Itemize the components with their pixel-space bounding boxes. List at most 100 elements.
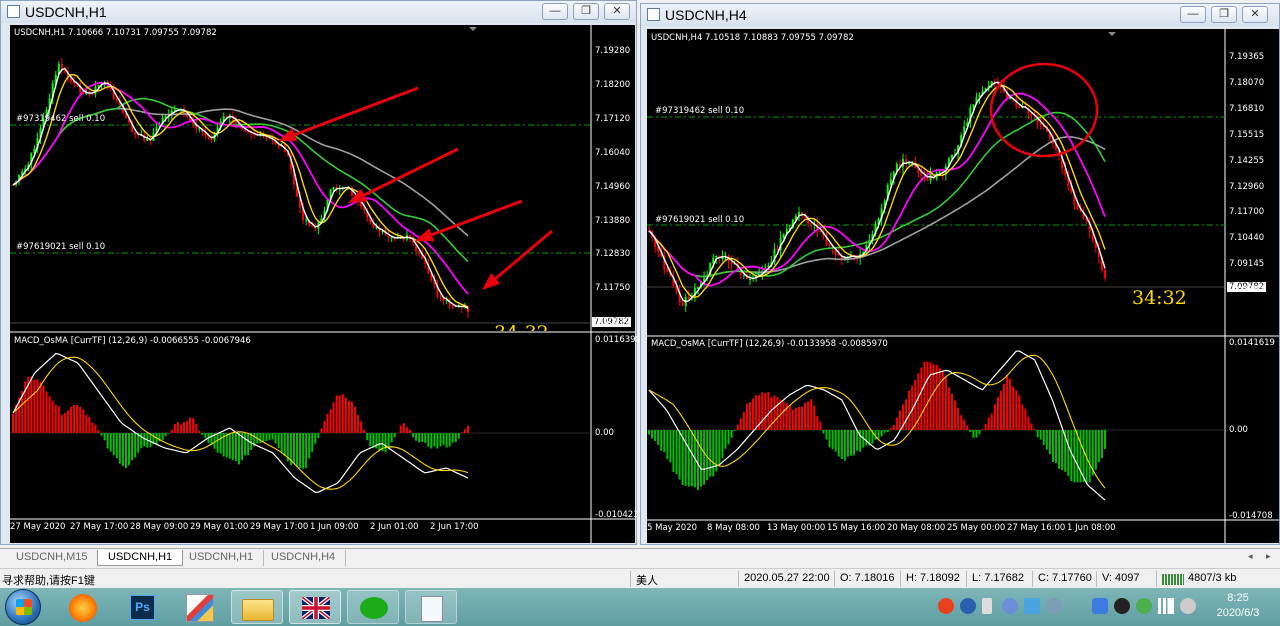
macd-bar	[198, 430, 201, 433]
minimize-button[interactable]: —	[542, 3, 568, 20]
macd-bar	[366, 433, 369, 441]
macd-bar	[748, 402, 751, 430]
taskbar-photoshop-button[interactable]: Ps	[116, 590, 168, 624]
macd-bar	[981, 429, 984, 430]
status-close: C: 7.17760	[1038, 572, 1092, 584]
macd-bar	[1042, 430, 1045, 445]
macd-bar	[433, 433, 436, 447]
help-icon[interactable]	[960, 598, 976, 614]
candle	[451, 304, 454, 309]
taskbar-notepad-button[interactable]	[405, 590, 457, 624]
status-profile[interactable]: 美人	[636, 572, 658, 588]
macd-bar	[170, 429, 173, 433]
tab-scroll-left-icon[interactable]: ◂	[1248, 551, 1253, 562]
sogou-ime-icon[interactable]	[938, 598, 954, 614]
taskbar-wechat-button[interactable]	[347, 590, 399, 624]
price-chart[interactable]: USDCNH,H4 7.10518 7.10883 7.09755 7.0978…	[647, 29, 1279, 543]
macd-bar	[745, 404, 748, 430]
macd-bar	[905, 399, 908, 430]
taskbar-browser-button[interactable]	[57, 590, 109, 624]
price-scale-label: 7.12960	[1229, 181, 1265, 192]
clock-date[interactable]: 2020/6/3	[1208, 607, 1268, 619]
macd-bar	[1003, 383, 1006, 430]
chart-info-label: USDCNH,H1 7.10666 7.10731 7.09755 7.0978…	[14, 28, 217, 38]
macd-bar	[684, 430, 687, 486]
candle	[742, 274, 745, 280]
window-titlebar[interactable]: USDCNH,H4 — ❐ ✕	[641, 4, 1279, 26]
macd-bar	[657, 430, 660, 445]
tray-icon-9[interactable]	[1136, 598, 1152, 614]
macd-bar	[329, 409, 332, 433]
tab-scroll-right-icon[interactable]: ▸	[1266, 551, 1271, 562]
price-scale-label: 7.14255	[1229, 155, 1265, 166]
macd-bar	[920, 367, 923, 430]
macd-scale-label: 0.0141619	[1229, 338, 1275, 348]
shield-icon[interactable]	[1092, 598, 1108, 614]
restore-button[interactable]: ❐	[573, 3, 599, 20]
tray-icon-5[interactable]	[1024, 598, 1040, 614]
taskbar-paint-button[interactable]	[174, 590, 226, 624]
macd-bar	[442, 433, 445, 445]
candle	[210, 134, 213, 144]
macd-bar	[283, 433, 286, 457]
tab-usdcnh-h4[interactable]: USDCNH,H4	[261, 550, 347, 566]
time-axis-label: 20 May 08:00	[887, 523, 946, 533]
taskbar-file-explorer-button[interactable]	[231, 590, 283, 624]
macd-bar	[228, 433, 231, 459]
volume-muted-icon[interactable]	[1180, 598, 1196, 614]
macd-bar	[76, 405, 79, 433]
time-axis-label: 27 May 2020	[10, 522, 66, 532]
macd-bar	[344, 397, 347, 433]
macd-bar	[415, 433, 418, 441]
macd-bar	[957, 407, 960, 430]
close-button[interactable]: ✕	[604, 3, 630, 20]
tray-icon-6[interactable]	[1046, 598, 1062, 614]
close-button[interactable]: ✕	[1242, 6, 1268, 23]
chart-window-h1[interactable]: USDCNH,H1 — ❐ ✕ USDCNH,H1 7.10666 7.1073…	[0, 0, 644, 545]
chart-window-h4[interactable]: USDCNH,H4 — ❐ ✕ USDCNH,H4 7.10518 7.1088…	[640, 3, 1280, 545]
taskbar-metatrader-button[interactable]	[289, 590, 341, 624]
restore-button[interactable]: ❐	[1211, 6, 1237, 23]
start-button[interactable]	[5, 589, 41, 625]
macd-bar	[412, 433, 415, 438]
time-axis-label: 25 May 00:00	[947, 523, 1006, 533]
macd-bar	[660, 430, 663, 451]
tray-icon-3[interactable]	[982, 598, 992, 614]
price-scale-label: 7.19365	[1229, 52, 1265, 62]
qq-icon[interactable]	[1114, 598, 1130, 614]
window-titlebar[interactable]: USDCNH,H1 — ❐ ✕	[1, 1, 636, 23]
macd-bar	[776, 397, 779, 430]
macd-bar	[804, 402, 807, 430]
candle	[1104, 268, 1106, 281]
macd-bar	[439, 433, 442, 447]
tab-usdcnh-h1[interactable]: USDCNH,H1	[179, 550, 265, 566]
time-axis-label: 8 May 08:00	[707, 523, 760, 533]
macd-bar	[134, 433, 137, 458]
macd-indicator-label: MACD_OsMA [CurrTF] (12,26,9) -0.0133958 …	[651, 339, 888, 349]
tab-usdcnh-m15[interactable]: USDCNH,M15	[6, 550, 99, 566]
price-scale-label: 7.19280	[595, 46, 631, 56]
clock-time[interactable]: 8:25	[1208, 592, 1268, 604]
price-scale-label: 7.18200	[595, 79, 631, 90]
macd-bar	[280, 433, 283, 453]
price-chart[interactable]: USDCNH,H1 7.10666 7.10731 7.09755 7.0978…	[10, 25, 644, 543]
macd-bar	[262, 433, 265, 442]
macd-bar	[106, 433, 109, 449]
macd-bar	[33, 379, 36, 433]
time-axis-label: 29 May 01:00	[190, 522, 249, 532]
macd-bar	[164, 433, 167, 437]
macd-bar	[794, 407, 797, 430]
candle	[317, 220, 320, 235]
candle	[801, 211, 804, 220]
macd-bar	[825, 430, 828, 440]
macd-bar	[944, 377, 947, 430]
macd-bar	[978, 430, 981, 435]
network-icon[interactable]	[1158, 598, 1174, 614]
tab-usdcnh-h1-active[interactable]: USDCNH,H1	[97, 550, 184, 566]
minimize-button[interactable]: —	[1180, 6, 1206, 23]
macd-bar	[828, 430, 831, 448]
macd-bar	[323, 420, 326, 433]
tray-icon-4[interactable]	[1002, 598, 1018, 614]
macd-bar	[819, 421, 822, 430]
macd-bar	[314, 433, 317, 444]
